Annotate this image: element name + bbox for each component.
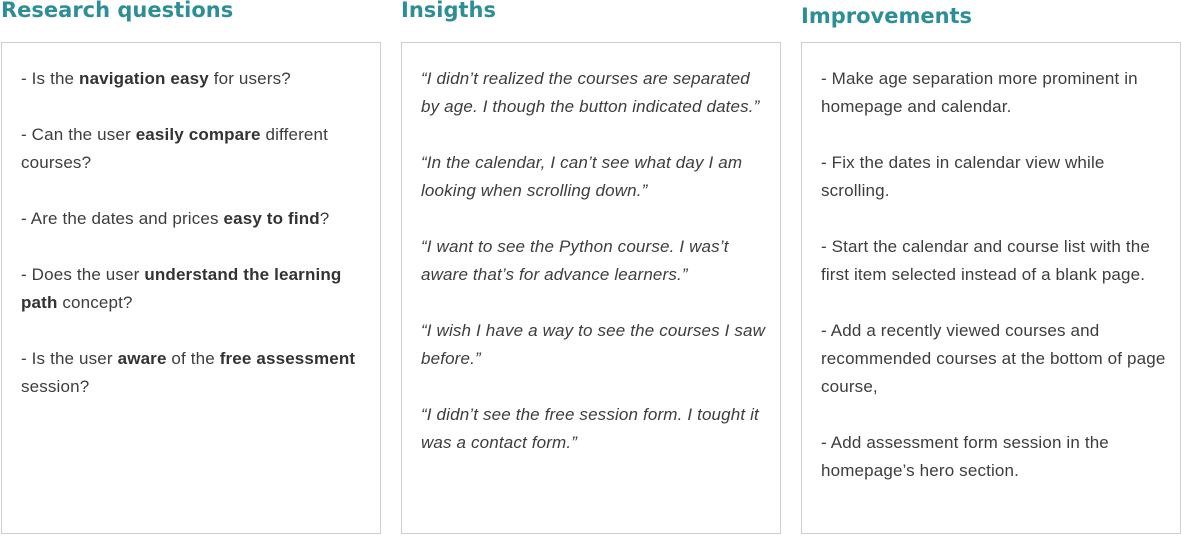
item-text: “I wish I have a way to see the courses …	[421, 321, 766, 368]
item-text: - Make age separation more prominent in …	[821, 69, 1138, 116]
list-item: - Add a recently viewed courses and reco…	[821, 317, 1168, 401]
item-text: concept?	[57, 293, 133, 312]
item-text: - Is the	[21, 69, 80, 88]
emphasis-text: easily compare	[135, 125, 261, 144]
improvements-card: - Make age separation more prominent in …	[801, 42, 1181, 534]
list-item: - Start the calendar and course list wit…	[821, 233, 1168, 289]
list-item: - Add assessment form session in the hom…	[821, 429, 1168, 485]
list-item: - Can the user easily compare different …	[21, 121, 368, 177]
item-text: session?	[21, 377, 90, 396]
list-item: - Fix the dates in calendar view while s…	[821, 149, 1168, 205]
item-text: - Add assessment form session in the hom…	[821, 433, 1109, 480]
list-item: - Does the user understand the learning …	[21, 261, 368, 317]
list-item: - Make age separation more prominent in …	[821, 65, 1168, 121]
improvements-title: Improvements	[801, 4, 973, 28]
list-item: “I didn’t realized the courses are separ…	[421, 65, 768, 121]
list-item: “I want to see the Python course. I was’…	[421, 233, 768, 289]
list-item: - Is the navigation easy for users?	[21, 65, 368, 93]
emphasis-text: navigation easy	[79, 69, 209, 88]
item-text: - Fix the dates in calendar view while s…	[821, 153, 1105, 200]
item-text: “In the calendar, I can’t see what day I…	[421, 153, 743, 200]
item-text: of the	[166, 349, 220, 368]
list-item: - Are the dates and prices easy to find?	[21, 205, 368, 233]
item-text: - Are the dates and prices	[21, 209, 224, 228]
item-text: - Start the calendar and course list wit…	[821, 237, 1150, 284]
item-text: - Is the user	[21, 349, 118, 368]
item-text: “I didn’t realized the courses are separ…	[421, 69, 760, 116]
list-item: “I didn’t see the free session form. I t…	[421, 401, 768, 457]
item-text: - Does the user	[21, 265, 145, 284]
list-item: “I wish I have a way to see the courses …	[421, 317, 768, 373]
item-text: “I didn’t see the free session form. I t…	[421, 405, 759, 452]
item-text: - Can the user	[21, 125, 136, 144]
research-questions-title: Research questions	[1, 0, 234, 22]
emphasis-text: easy to find	[223, 209, 320, 228]
list-item: - Is the user aware of the free assessme…	[21, 345, 368, 401]
item-text: - Add a recently viewed courses and reco…	[821, 321, 1166, 396]
item-text: for users?	[208, 69, 291, 88]
insights-title: Insigths	[401, 0, 496, 22]
research-questions-card: - Is the navigation easy for users? - Can…	[1, 42, 381, 534]
list-item: “In the calendar, I can’t see what day I…	[421, 149, 768, 205]
item-text: “I want to see the Python course. I was’…	[421, 237, 729, 284]
emphasis-text: aware	[117, 349, 167, 368]
insights-card: “I didn’t realized the courses are separ…	[401, 42, 781, 534]
emphasis-text: free assessment	[219, 349, 356, 368]
item-text: ?	[319, 209, 330, 228]
